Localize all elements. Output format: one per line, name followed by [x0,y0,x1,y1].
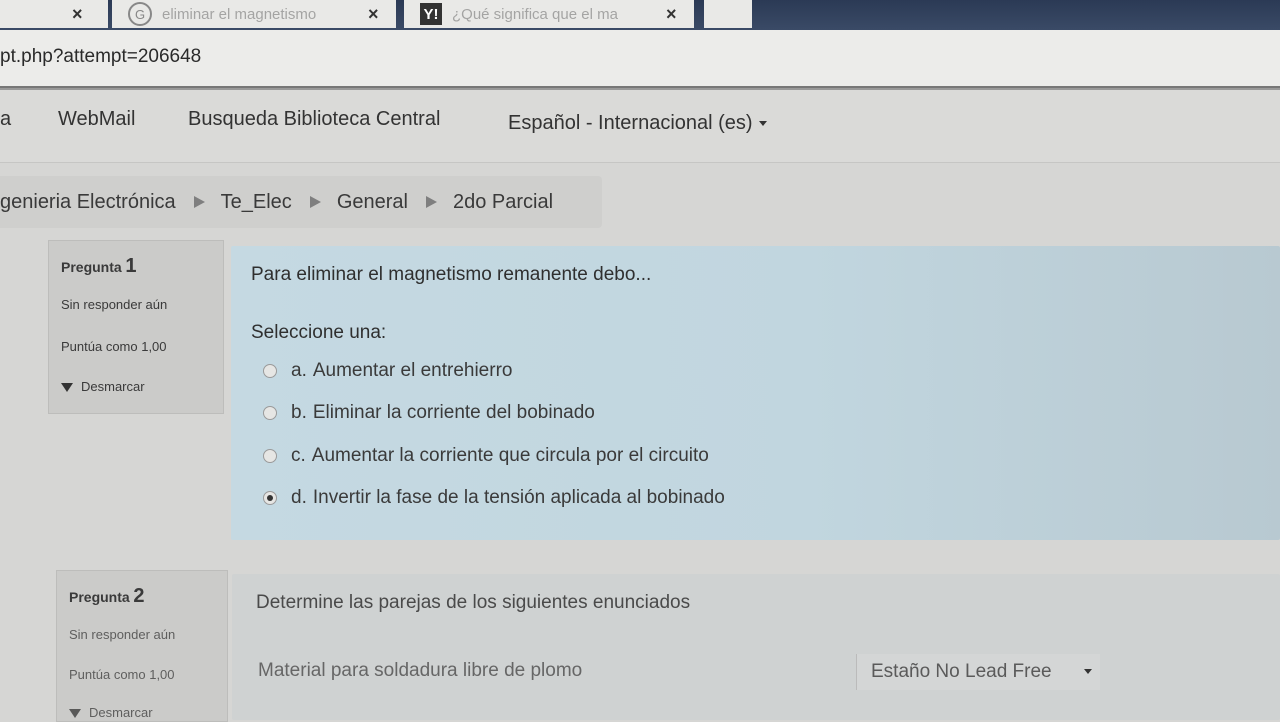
radio-button[interactable] [263,364,277,378]
language-label: Español - Internacional (es) [508,112,753,134]
breadcrumb-separator-icon [309,196,321,208]
chevron-down-icon [758,121,767,127]
option-text: Aumentar la corriente que circula por el… [311,445,709,466]
tab-label: ¿Qué significa que el ma [452,5,618,23]
breadcrumb: genieria Electrónica Te_Elec General 2do… [0,176,602,228]
breadcrumb-item[interactable]: Te_Elec [221,191,292,214]
answer-prompt: Seleccione una: [251,322,387,343]
question-number: Pregunta 2 [69,585,144,608]
tab-previous[interactable]: × [0,0,108,28]
question-number-value: 2 [133,585,145,607]
nav-item-webmail[interactable]: WebMail [58,108,135,131]
tab-label: eliminar el magnetismo [162,5,317,23]
address-bar[interactable]: pt.php?attempt=206648 [0,30,1280,88]
breadcrumb-item-current: 2do Parcial [452,190,554,213]
flag-question-link[interactable]: Desmarcar [61,379,145,394]
answer-option-c[interactable]: c. Aumentar la corriente que circula por… [263,445,709,467]
flag-icon [69,709,81,719]
chevron-down-icon [1084,669,1092,674]
google-icon: G [128,2,152,26]
nav-item-home[interactable]: a [0,108,11,131]
question-status: Sin responder aún [69,627,176,642]
flag-question-link[interactable]: Desmarcar [69,705,153,720]
option-letter: d. [291,487,307,508]
question-score: Puntúa como 1,00 [69,667,175,682]
breadcrumb-item[interactable]: General [337,191,408,214]
breadcrumb-separator-icon [425,196,437,208]
flag-icon [61,383,73,393]
browser-tab-strip: × G eliminar el magnetismo × Y! ¿Qué sig… [0,0,1280,30]
question-number: Pregunta 1 [61,255,136,278]
question-1-info: Pregunta 1 Sin responder aún Puntúa como… [48,240,224,414]
answer-option-d[interactable]: d. Invertir la fase de la tensión aplica… [263,487,725,509]
option-letter: c. [291,445,306,466]
option-letter: b. [291,402,307,423]
question-text: Para eliminar el magnetismo remanente de… [251,264,652,285]
new-tab-button[interactable] [704,0,752,28]
match-label: Material para soldadura libre de plomo [258,660,583,681]
tab-yahoo-answers[interactable]: Y! ¿Qué significa que el ma × [404,0,694,28]
question-2-info: Pregunta 2 Sin responder aún Puntúa como… [56,570,228,722]
tab-google-search[interactable]: G eliminar el magnetismo × [112,0,396,28]
question-text: Determine las parejas de los siguientes … [256,592,691,613]
option-text: Aumentar el entrehierro [312,360,513,381]
nav-item-biblioteca[interactable]: Busqueda Biblioteca Central [188,108,440,131]
answer-option-b[interactable]: b. Eliminar la corriente del bobinado [263,402,595,424]
question-label: Pregunta [61,259,122,275]
yahoo-icon: Y! [420,3,442,25]
question-1-content: Para eliminar el magnetismo remanente de… [231,246,1280,540]
radio-button[interactable] [263,406,277,420]
match-select-value: Estaño No Lead Free [871,661,1052,682]
option-text: Eliminar la corriente del bobinado [312,402,595,423]
language-menu[interactable]: Español - Internacional (es) [508,112,767,135]
site-navbar: a WebMail Busqueda Biblioteca Central Es… [0,88,1280,163]
question-status: Sin responder aún [61,297,168,312]
url-text: pt.php?attempt=206648 [0,46,202,67]
option-letter: a. [291,360,307,381]
answer-option-a[interactable]: a. Aumentar el entrehierro [263,360,512,382]
close-tab-icon[interactable]: × [666,4,677,25]
question-number-value: 1 [125,255,137,277]
question-2-content: Determine las parejas de los siguientes … [232,574,1280,720]
radio-button[interactable] [263,449,277,463]
question-score: Puntúa como 1,00 [61,339,167,354]
close-tab-icon[interactable]: × [72,4,83,25]
match-select[interactable]: Estaño No Lead Free [856,654,1100,690]
flag-label: Desmarcar [89,705,153,720]
option-text: Invertir la fase de la tensión aplicada … [312,487,725,508]
question-label: Pregunta [69,589,130,605]
radio-button-selected[interactable] [263,491,277,505]
flag-label: Desmarcar [81,379,145,394]
close-tab-icon[interactable]: × [368,4,379,25]
breadcrumb-item[interactable]: genieria Electrónica [0,191,176,214]
breadcrumb-separator-icon [193,196,205,208]
